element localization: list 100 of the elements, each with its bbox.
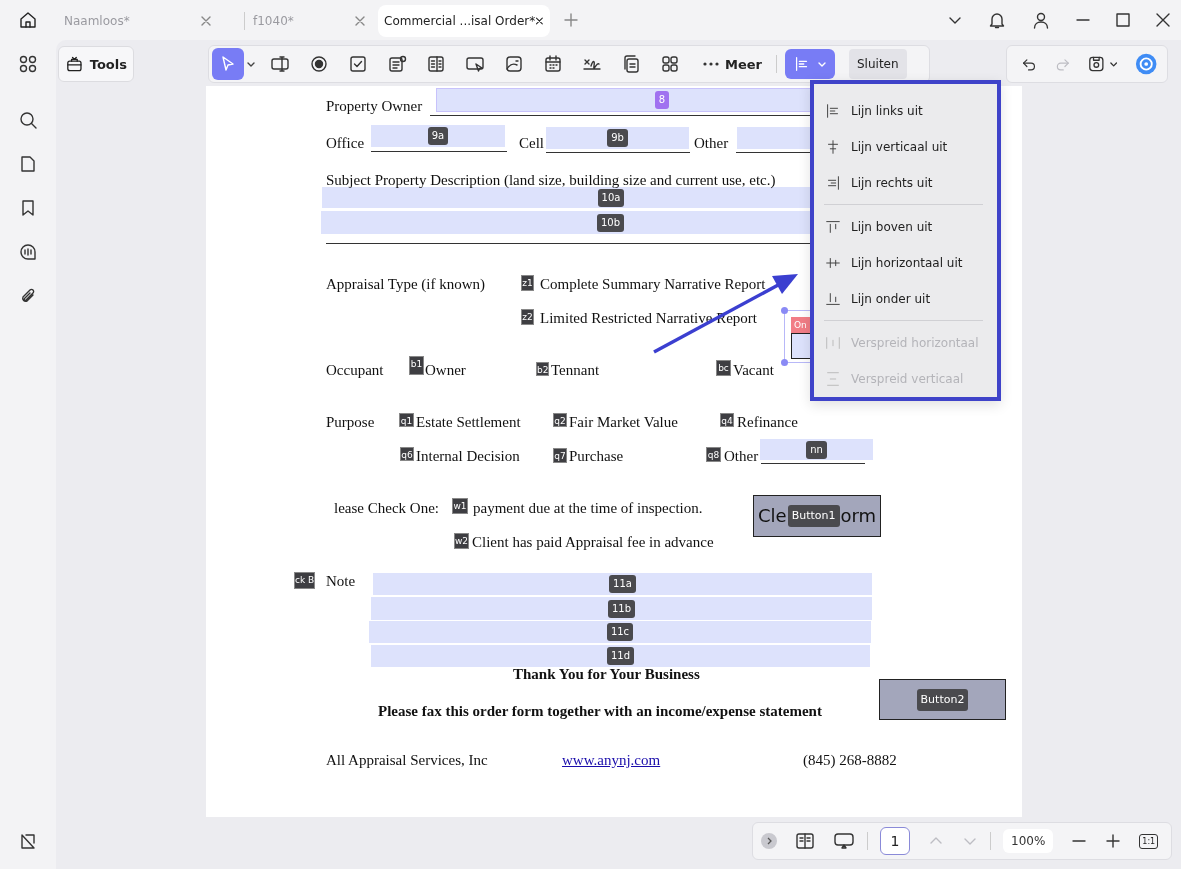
search-icon[interactable] <box>18 110 38 130</box>
close-icon[interactable] <box>535 15 544 27</box>
form-field[interactable]: 9a <box>371 125 505 147</box>
menu-item[interactable]: Lijn horizontaal uit <box>824 245 983 281</box>
page-number-field[interactable]: 1 <box>880 827 910 855</box>
comment-icon[interactable] <box>18 242 38 262</box>
form-label: (845) 268-8882 <box>803 751 897 770</box>
plus-icon[interactable] <box>1105 833 1122 849</box>
assistant-icon[interactable] <box>1134 52 1157 76</box>
maximize-icon[interactable] <box>1115 12 1131 28</box>
zoom-level[interactable]: 100% <box>1003 829 1054 853</box>
more-button[interactable]: Meer <box>697 56 768 72</box>
align-top-icon <box>824 218 842 236</box>
menu-item[interactable]: Lijn verticaal uit <box>824 129 983 165</box>
form-label: Complete Summary Narrative Report <box>540 275 766 294</box>
checkbox-field[interactable]: q8 <box>706 447 721 462</box>
calendar-icon <box>543 54 563 74</box>
form-field[interactable]: 11c <box>369 621 871 643</box>
checkbox-field[interactable]: q1 <box>399 413 414 427</box>
toolbox-icon <box>65 54 84 74</box>
checkbox-field[interactable]: bc <box>716 360 731 376</box>
apps-icon[interactable] <box>18 54 38 74</box>
checkbox-field[interactable]: w2 <box>454 533 470 549</box>
page-icon[interactable] <box>18 154 38 174</box>
book-icon[interactable] <box>795 831 815 851</box>
form-label: Client has paid Appraisal fee in advance <box>472 533 714 552</box>
distribute-v-icon <box>824 370 842 388</box>
form-label: Subject Property Description (land size, building size and current use, etc.) <box>326 171 776 190</box>
bold-text: Thank You for Your Business <box>513 665 700 684</box>
checkbox-field[interactable]: q7 <box>553 448 567 463</box>
form-label: Office <box>326 134 365 153</box>
checkbox-field[interactable]: ck B <box>294 572 316 589</box>
form-label: Purpose <box>326 413 375 432</box>
form-button[interactable]: Button2 <box>879 679 1006 720</box>
form-label: Appraisal Type (if known) <box>326 275 486 294</box>
field-tag: 11c <box>606 623 634 641</box>
button-label: Cle <box>758 504 787 528</box>
form-field[interactable]: 9b <box>546 127 689 149</box>
align-bottom-icon <box>824 290 842 308</box>
form-label: Vacant <box>733 361 774 380</box>
form-label: lease Check One: <box>334 499 439 518</box>
dropdown-icon <box>387 54 407 74</box>
more-icon <box>703 62 719 66</box>
website-link[interactable]: www.anynj.com <box>562 750 661 770</box>
form-label: Fair Market Value <box>569 413 678 432</box>
form-label: Tennant <box>551 361 600 380</box>
actual-size-button[interactable]: 1:1 <box>1139 833 1159 849</box>
close-button[interactable]: Sluiten <box>849 49 907 79</box>
form-label: Cell <box>519 134 544 153</box>
form-field[interactable]: 11b <box>371 597 872 620</box>
checkbox-field[interactable]: w1 <box>452 498 468 514</box>
home-icon[interactable] <box>18 10 38 30</box>
menu-item[interactable]: Lijn onder uit <box>824 281 983 317</box>
form-button[interactable]: Cle Button1 orm <box>753 495 882 537</box>
field-tag: On <box>791 317 810 333</box>
grid-icon <box>660 54 680 74</box>
distribute-h-icon <box>824 334 842 352</box>
field-tag: 11a <box>609 575 636 593</box>
field-tag: Button1 <box>787 505 840 527</box>
form-field[interactable]: 11a <box>373 573 872 595</box>
form-label: Purchase <box>569 447 624 466</box>
presentation-icon[interactable] <box>833 831 855 851</box>
text-field-icon <box>270 54 290 74</box>
form-label: payment due at the time of inspection. <box>473 499 703 518</box>
field-tag: 9b <box>607 129 628 147</box>
save-icon[interactable] <box>1086 54 1106 74</box>
checkbox-field[interactable]: b2 <box>536 362 550 376</box>
checkbox-field[interactable]: b1 <box>409 356 424 375</box>
form-label: Property Owner <box>326 97 423 116</box>
form-label: Note <box>326 572 356 591</box>
field-tag: 9a <box>427 127 449 145</box>
checkbox-field[interactable]: z2 <box>521 309 534 325</box>
button-icon <box>465 54 485 74</box>
checkbox-icon <box>348 54 368 74</box>
checkbox-field[interactable]: q6 <box>400 447 414 461</box>
tools-button[interactable]: Tools <box>58 46 134 82</box>
person-icon[interactable] <box>1031 10 1051 30</box>
field-tag: nn <box>806 440 827 459</box>
form-label: All Appraisal Services, Inc <box>326 751 488 770</box>
chevron-right-icon[interactable] <box>761 833 777 849</box>
caret-icon[interactable] <box>1109 59 1119 69</box>
field-tag: 11b <box>607 599 636 618</box>
resize-handle[interactable] <box>781 307 788 314</box>
form-label: Other <box>724 447 759 466</box>
field-tag: 11d <box>606 647 635 665</box>
copy-icon <box>621 54 641 74</box>
radio-button-icon <box>309 54 329 74</box>
align-button[interactable] <box>785 49 835 79</box>
form-label: Owner <box>425 361 466 380</box>
checkbox-field[interactable]: z1 <box>521 275 534 291</box>
checkbox-field[interactable]: q2 <box>553 413 567 427</box>
document-tab[interactable]: Commercial ...isal Order* <box>378 5 550 37</box>
form-field[interactable]: nn <box>760 439 873 460</box>
close-icon[interactable] <box>1155 12 1171 28</box>
form-label: Internal Decision <box>416 447 520 466</box>
checkbox-field[interactable]: q4 <box>720 413 734 427</box>
form-field[interactable]: 11d <box>371 645 870 667</box>
bell-icon[interactable] <box>987 10 1007 30</box>
resize-handle[interactable] <box>781 359 788 366</box>
logo-icon[interactable] <box>18 831 38 851</box>
